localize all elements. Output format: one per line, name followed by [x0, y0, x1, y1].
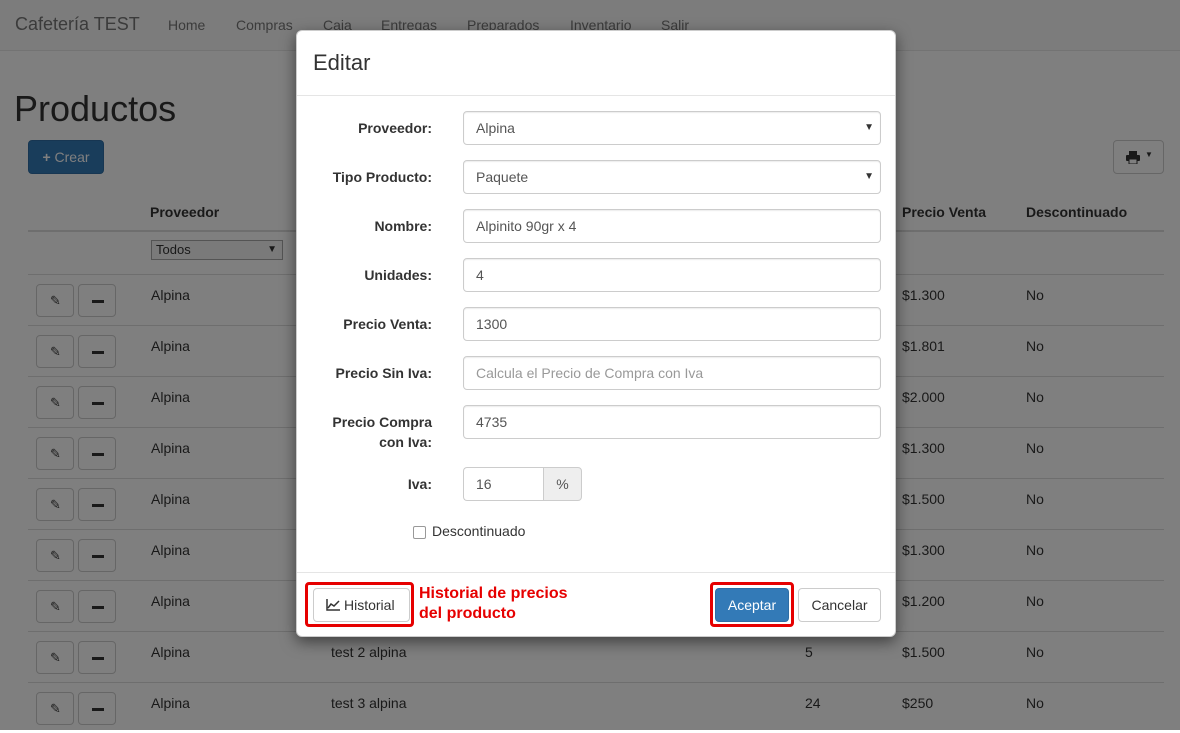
proveedor-select[interactable]: Alpina ▼: [463, 111, 881, 145]
cancel-button[interactable]: Cancelar: [798, 588, 881, 622]
tipo-producto-value: Paquete: [476, 169, 529, 185]
historial-highlight-box: [305, 582, 414, 627]
nombre-label: Nombre:: [374, 218, 432, 234]
precio-compra-label: Precio Compra con Iva:: [332, 412, 432, 452]
accept-highlight-box: [710, 582, 794, 627]
iva-label: Iva:: [407, 476, 432, 492]
precio-sin-iva-input[interactable]: Calcula el Precio de Compra con Iva: [463, 356, 881, 390]
modal-footer-divider: [297, 572, 895, 573]
precio-venta-label: Precio Venta:: [343, 316, 432, 332]
percent-addon: %: [543, 467, 582, 501]
proveedor-label: Proveedor:: [358, 120, 432, 136]
precio-venta-input[interactable]: 1300: [463, 307, 881, 341]
edit-modal: Editar Proveedor: Alpina ▼ Tipo Producto…: [296, 30, 896, 637]
proveedor-value: Alpina: [476, 120, 515, 136]
descontinuado-label[interactable]: Descontinuado: [432, 523, 525, 539]
precio-sin-iva-label: Precio Sin Iva:: [335, 365, 432, 381]
chevron-down-icon: ▼: [864, 171, 874, 182]
tipo-producto-select[interactable]: Paquete ▼: [463, 160, 881, 194]
nombre-input[interactable]: Alpinito 90gr x 4: [463, 209, 881, 243]
modal-title: Editar: [313, 50, 371, 75]
precio-compra-label-line2: con Iva:: [379, 434, 432, 450]
annotation-text: Historial de precios del producto: [419, 584, 619, 624]
modal-header: Editar: [297, 31, 895, 96]
tipo-producto-label: Tipo Producto:: [332, 169, 432, 185]
precio-compra-input[interactable]: 4735: [463, 405, 881, 439]
chevron-down-icon: ▼: [864, 122, 874, 133]
precio-compra-label-line1: Precio Compra: [332, 414, 432, 430]
descontinuado-checkbox[interactable]: [413, 526, 426, 539]
iva-input[interactable]: 16: [463, 467, 544, 501]
unidades-input[interactable]: 4: [463, 258, 881, 292]
annotation-line1: Historial de precios: [419, 585, 568, 602]
annotation-line2: del producto: [419, 605, 516, 622]
unidades-label: Unidades:: [364, 267, 432, 283]
